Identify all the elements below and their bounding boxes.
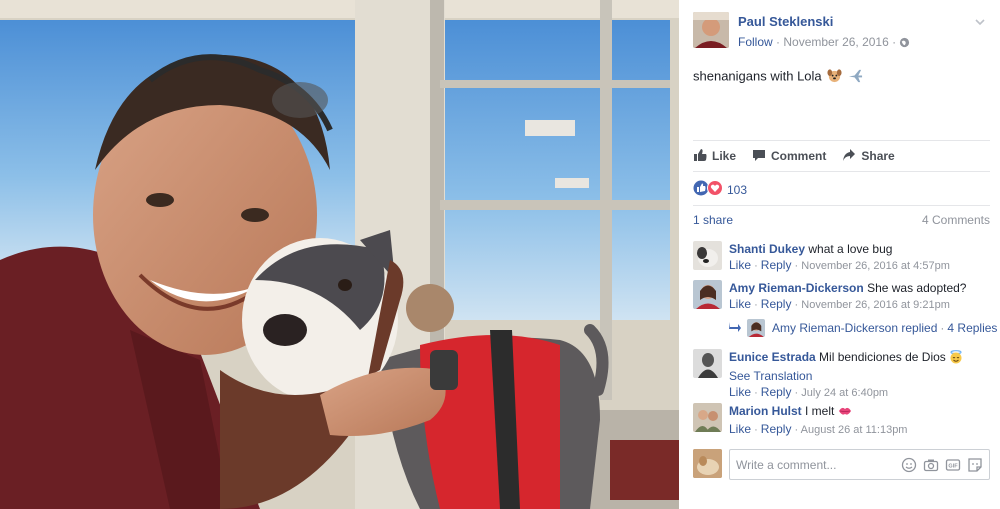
commenter-name[interactable]: Marion Hulst (729, 404, 802, 418)
comment-reply-link[interactable]: Reply (761, 385, 792, 399)
share-count-link[interactable]: 1 share (693, 213, 733, 227)
comment-text: what a love bug (808, 242, 893, 256)
reply-author: Amy Rieman-Dickerson (772, 321, 899, 335)
comment-time[interactable]: July 24 at 6:40pm (801, 387, 888, 399)
kiss-lips-icon (838, 405, 852, 421)
airplane-icon (848, 68, 863, 86)
comment-button[interactable]: Comment (752, 148, 826, 165)
reply-thread-link[interactable]: Amy Rieman-Dickerson replied · 4 Replies (729, 319, 997, 337)
author-avatar[interactable] (693, 12, 729, 48)
comment-reply-link[interactable]: Reply (761, 258, 792, 272)
comment-composer: Write a comment... GIF (693, 449, 990, 481)
comment-count-link[interactable]: 4 Comments (922, 213, 990, 227)
svg-text:GIF: GIF (948, 464, 958, 470)
comment-reply-link[interactable]: Reply (761, 297, 792, 311)
reply-separator: · (940, 321, 945, 335)
chevron-down-icon[interactable] (974, 16, 986, 28)
smiling-halo-emoji-icon (949, 350, 963, 368)
comment-text: Mil bendiciones de Dios (819, 350, 946, 364)
thumbs-up-icon (693, 148, 712, 165)
commenter-avatar[interactable] (693, 280, 722, 309)
see-translation-link[interactable]: See Translation (729, 368, 990, 384)
like-label: Like (712, 149, 737, 163)
like-button[interactable]: Like (693, 148, 736, 165)
meta-separator: · (776, 35, 781, 49)
commenter-avatar[interactable] (693, 403, 722, 432)
camera-icon[interactable] (923, 457, 939, 473)
comment-like-link[interactable]: Like (729, 258, 751, 272)
comment-like-link[interactable]: Like (729, 422, 751, 436)
comment-text: She was adopted? (867, 281, 967, 295)
post-meta: Follow · November 26, 2016 · (738, 35, 910, 51)
commenter-name[interactable]: Eunice Estrada (729, 350, 816, 364)
comment-time[interactable]: August 26 at 11:13pm (801, 424, 908, 436)
comment-like-link[interactable]: Like (729, 297, 751, 311)
share-button[interactable]: Share (842, 148, 895, 165)
share-label: Share (861, 149, 895, 163)
post-header: Paul Steklenski Follow · November 26, 20… (693, 12, 990, 52)
selfie-image (0, 0, 679, 509)
meta-separator: · (892, 35, 897, 49)
reply-avatar (747, 319, 765, 337)
sticker-icon[interactable] (967, 457, 983, 473)
reaction-count[interactable]: 103 (727, 183, 747, 197)
reply-arrow-icon (729, 321, 747, 335)
comment-reply-link[interactable]: Reply (761, 422, 792, 436)
share-arrow-icon (842, 148, 861, 165)
engagement-bar: 1 share 4 Comments (693, 205, 990, 233)
author-name[interactable]: Paul Steklenski (738, 14, 833, 29)
comment-like-link[interactable]: Like (729, 385, 751, 399)
post-caption: shenanigans with Lola (693, 68, 863, 86)
commenter-name[interactable]: Shanti Dukey (729, 242, 805, 256)
comment-bubble-icon (752, 148, 771, 165)
comment-time[interactable]: November 26, 2016 at 9:21pm (801, 299, 950, 311)
comment-text: I melt (805, 404, 835, 418)
comment-time[interactable]: November 26, 2016 at 4:57pm (801, 260, 950, 272)
comment-input-placeholder: Write a comment... (736, 458, 837, 472)
post-sidebar: Paul Steklenski Follow · November 26, 20… (679, 0, 1000, 509)
dog-face-icon (827, 68, 842, 86)
globe-icon (899, 37, 910, 51)
reply-count: 4 Replies (947, 321, 998, 335)
comment-input[interactable]: Write a comment... GIF (729, 449, 990, 480)
commenter-avatar[interactable] (693, 349, 722, 378)
follow-link[interactable]: Follow (738, 35, 773, 49)
gif-icon[interactable]: GIF (945, 457, 961, 473)
post-photo[interactable] (0, 0, 679, 509)
emoji-icon[interactable] (901, 457, 917, 473)
caption-text: shenanigans with Lola (693, 68, 822, 84)
love-reaction-icon (707, 180, 723, 199)
reply-action: replied (901, 321, 938, 335)
reaction-summary[interactable]: 103 (693, 180, 747, 199)
viewer-avatar (693, 449, 722, 478)
commenter-name[interactable]: Amy Rieman-Dickerson (729, 281, 864, 295)
commenter-avatar[interactable] (693, 241, 722, 270)
post-date[interactable]: November 26, 2016 (783, 35, 888, 49)
comment-label: Comment (771, 149, 827, 163)
post-actions: Like Comment Share (693, 140, 990, 172)
